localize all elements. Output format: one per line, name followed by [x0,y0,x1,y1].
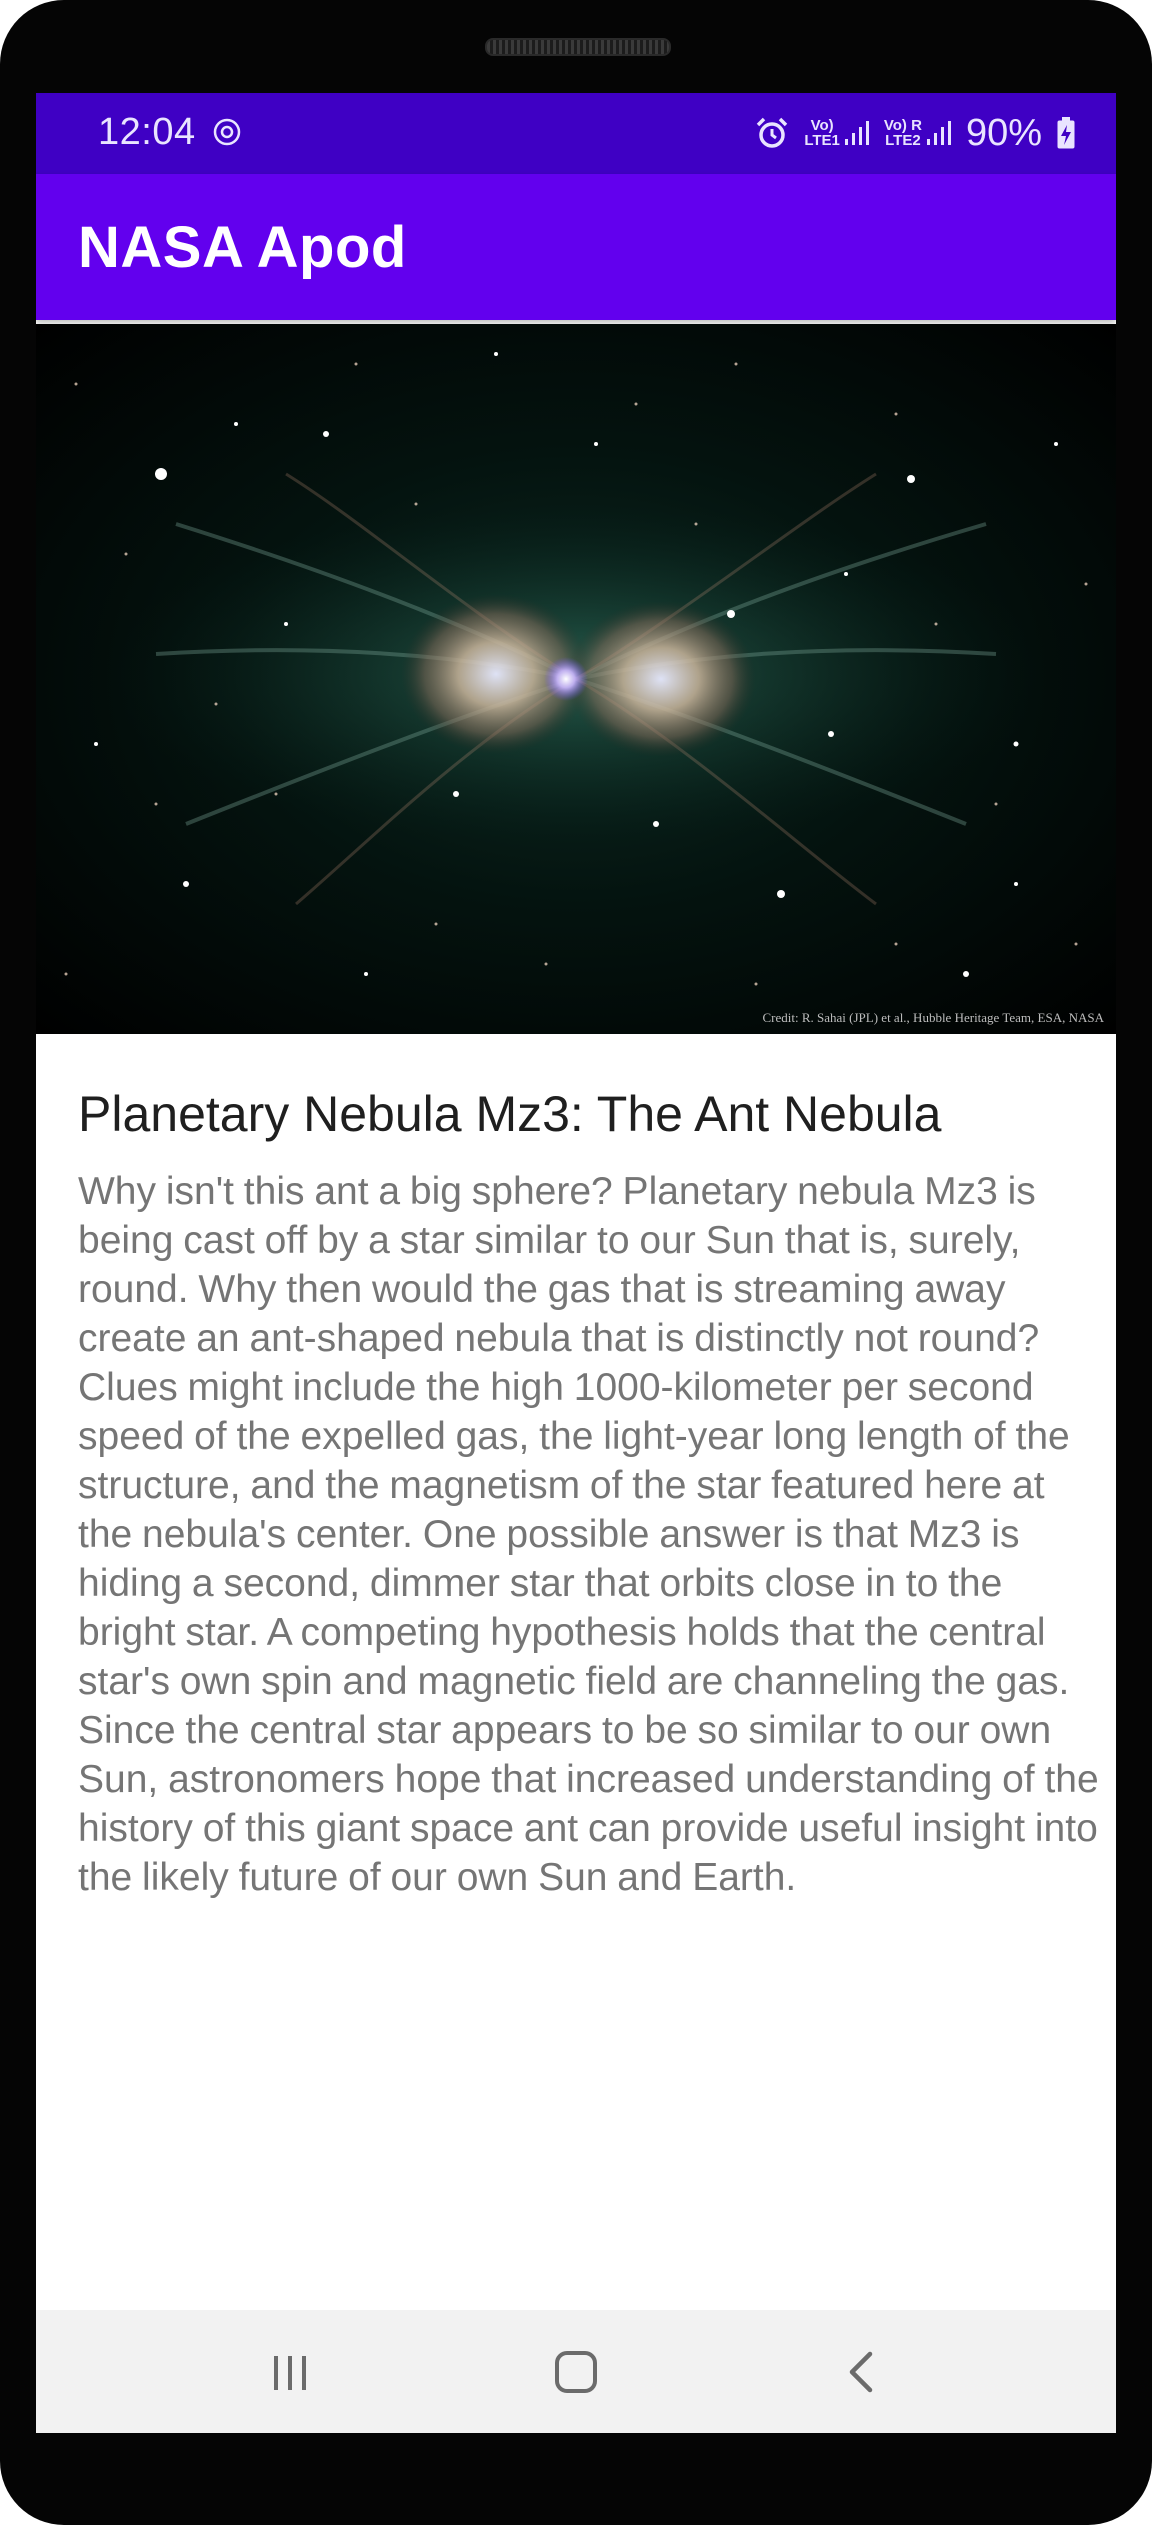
earpiece-speaker [485,38,671,56]
sim2-label: Vo) R LTE2 [883,117,922,149]
back-icon[interactable] [830,2340,894,2404]
app-title: NASA Apod [78,215,407,280]
image-credit: Credit: R. Sahai (JPL) et al., Hubble He… [762,1010,1105,1025]
signal-icon [926,121,951,145]
screen: 12:04 Vo) LTE1 Vo) R LTE2 90% NASA Apod … [36,93,1116,2433]
phone-frame: 12:04 Vo) LTE1 Vo) R LTE2 90% NASA Apod … [0,0,1152,2525]
sim2-indicator: Vo) R LTE2 [884,118,952,148]
sim1-label: Vo) LTE1 [804,117,840,149]
sync-icon [213,118,241,146]
status-bar: 12:04 Vo) LTE1 Vo) R LTE2 90% [36,93,1116,174]
signal-icon [844,121,869,145]
apod-content: Planetary Nebula Mz3: The Ant Nebula Why… [78,1083,1108,1902]
recents-icon[interactable] [258,2340,322,2404]
status-icons: Vo) LTE1 Vo) R LTE2 90% [754,107,1076,159]
status-time: 12:04 [98,111,196,153]
home-icon[interactable] [544,2340,608,2404]
sim1-indicator: Vo) LTE1 [804,118,870,148]
navigation-bar [36,2310,1116,2433]
apod-title: Planetary Nebula Mz3: The Ant Nebula [78,1086,942,1142]
battery-charging-icon [1057,117,1075,149]
apod-explanation: Why isn't this ant a big sphere? Planeta… [78,1170,1099,1899]
battery-percentage: 90% [965,111,1042,154]
apod-image[interactable]: Credit: R. Sahai (JPL) et al., Hubble He… [36,324,1116,1034]
alarm-icon [757,117,788,148]
app-bar: NASA Apod [36,174,1116,320]
nebula-illustration [64,352,1088,986]
